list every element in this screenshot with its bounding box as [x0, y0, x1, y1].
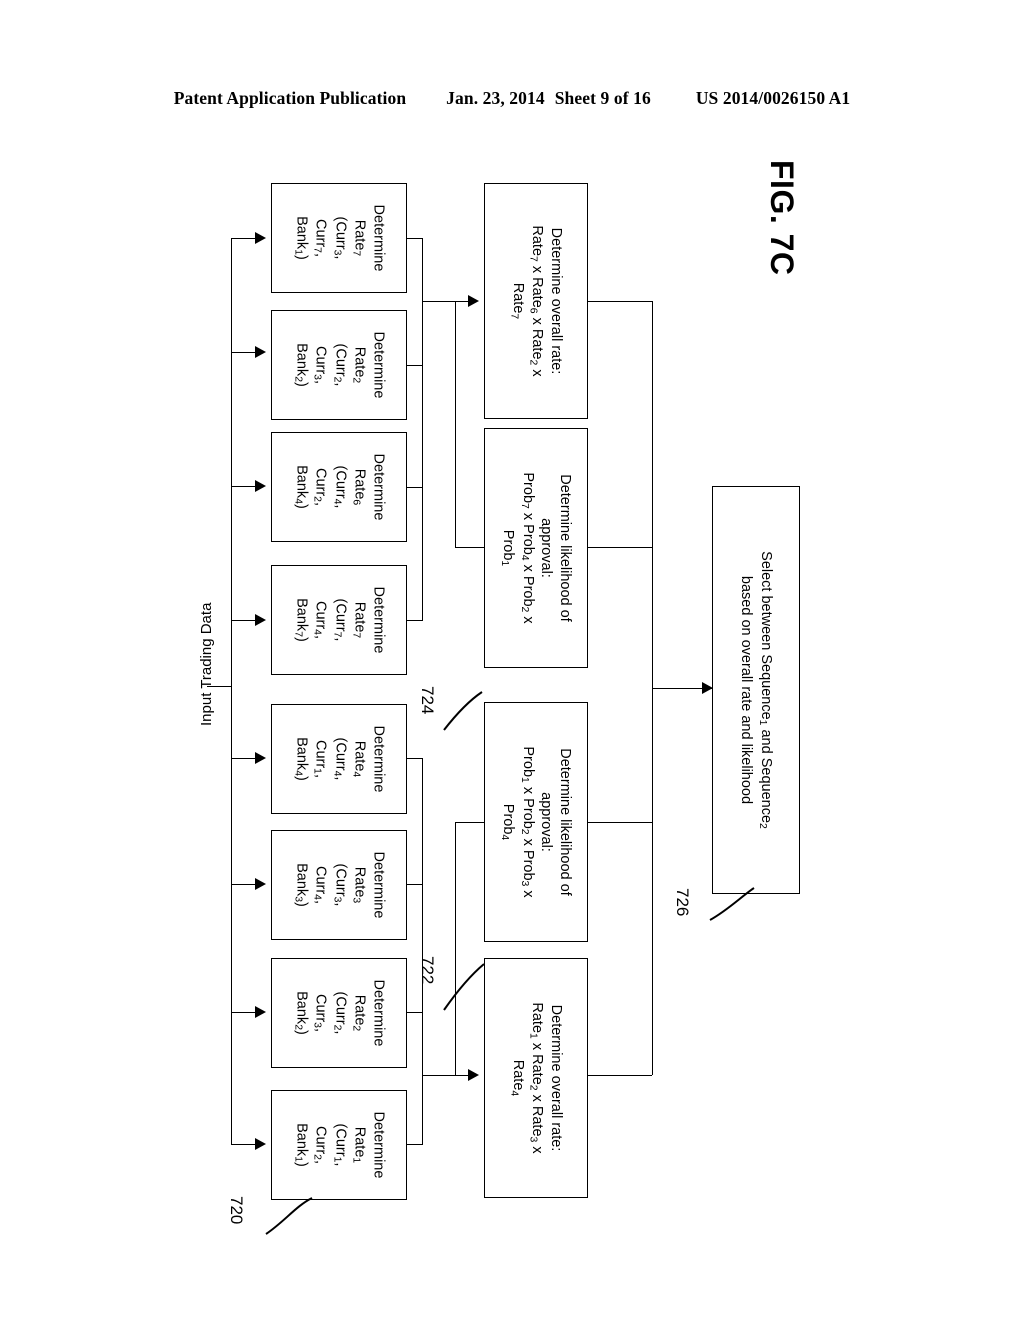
likelihood-upper-feed-h: [455, 547, 484, 548]
select-feed-1: [588, 301, 652, 302]
collector-out-upper: [422, 301, 470, 302]
header-date: Jan. 23, 2014: [446, 88, 545, 108]
collector-spine-upper: [422, 238, 423, 620]
branch-line-2: [231, 352, 257, 353]
branch-line-7: [231, 1012, 257, 1013]
branch-line-6: [231, 884, 257, 885]
likelihood-upper-text: Determine likelihood of approval: Prob7 x …: [499, 472, 574, 624]
overall-rate-lower-box[interactable]: Determine overall rate: Rate1 x Rate2 x R…: [484, 958, 588, 1198]
likelihood-upper-box[interactable]: Determine likelihood of approval: Prob7 x …: [484, 428, 588, 668]
rate-box-3-text: Determine Rate6 (Curr4, Curr2, Bank4): [291, 453, 387, 521]
input-trading-data-label: Input Trading Data: [198, 602, 215, 726]
ref-722-leader: [443, 963, 485, 1011]
collector-arrow-upper: [468, 295, 479, 307]
select-feed-2: [588, 547, 652, 548]
header-sheet: Sheet 9 of 16: [554, 88, 651, 108]
ref-720: 720: [227, 1196, 246, 1225]
select-sequence-box[interactable]: Select between Sequence1 and Sequence2 ba…: [712, 486, 800, 894]
likelihood-lower-text: Determine likelihood of approval: Prob1 x …: [499, 746, 574, 898]
branch-arrow-6: [255, 878, 266, 890]
branch-line-1: [231, 238, 257, 239]
select-sequence-text: Select between Sequence1 and Sequence2 ba…: [738, 551, 775, 829]
collector-out-lower: [422, 1075, 470, 1076]
collect-line-4: [407, 620, 423, 621]
ref-724: 724: [418, 686, 437, 715]
likelihood-lower-box[interactable]: Determine likelihood of approval: Prob1 x …: [484, 702, 588, 942]
rate-box-4-text: Determine Rate7 (Curr7, Curr4, Bank7): [291, 586, 387, 654]
rate-box-6-text: Determine Rate3 (Curr3, Curr4, Bank3): [291, 851, 387, 919]
branch-line-4: [231, 620, 257, 621]
overall-rate-upper-box[interactable]: Determine overall rate: Rate7 x Rate6 x R…: [484, 183, 588, 419]
branch-arrow-3: [255, 480, 266, 492]
header-patent-number: US 2014/0026150 A1: [695, 88, 851, 108]
branch-arrow-2: [255, 346, 266, 358]
likelihood-upper-feed-v: [455, 301, 456, 547]
rate-box-5[interactable]: Determine Rate4 (Curr4, Curr1, Bank4): [271, 704, 407, 814]
ref-720-leader: [265, 1197, 313, 1235]
branch-line-5: [231, 758, 257, 759]
branch-line-3: [231, 486, 257, 487]
rate-box-3[interactable]: Determine Rate6 (Curr4, Curr2, Bank4): [271, 432, 407, 542]
collect-line-3: [407, 487, 423, 488]
ref-724-leader: [443, 691, 483, 731]
select-feed-4: [588, 1075, 652, 1076]
collector-spine-lower: [422, 758, 423, 1144]
rate-box-4[interactable]: Determine Rate7 (Curr7, Curr4, Bank7): [271, 565, 407, 675]
input-trunk-line: [231, 238, 232, 1144]
rate-box-8-text: Determine Rate1 (Curr1, Curr2, Bank1): [291, 1111, 387, 1179]
page-header: Patent Application Publication Jan. 23, …: [0, 88, 1024, 109]
branch-arrow-8: [255, 1138, 266, 1150]
rate-box-8[interactable]: Determine Rate1 (Curr1, Curr2, Bank1): [271, 1090, 407, 1200]
branch-arrow-5: [255, 752, 266, 764]
ref-722: 722: [418, 956, 437, 985]
collect-line-5: [407, 758, 423, 759]
rate-box-2[interactable]: Determine Rate2 (Curr2, Curr3, Bank2): [271, 310, 407, 420]
overall-rate-lower-text: Determine overall rate: Rate1 x Rate2 x R…: [508, 1002, 564, 1154]
branch-arrow-4: [255, 614, 266, 626]
collect-line-8: [407, 1144, 423, 1145]
ref-726: 726: [673, 888, 692, 917]
collector-arrow-lower: [468, 1069, 479, 1081]
rate-box-1-text: Determine Rate7 (Curr3, Curr7, Bank1): [291, 204, 387, 272]
collect-line-7: [407, 1012, 423, 1013]
overall-rate-upper-text: Determine overall rate: Rate7 x Rate6 x R…: [508, 225, 564, 377]
rate-box-5-text: Determine Rate4 (Curr4, Curr1, Bank4): [291, 725, 387, 793]
rate-box-6[interactable]: Determine Rate3 (Curr3, Curr4, Bank3): [271, 830, 407, 940]
rate-box-2-text: Determine Rate2 (Curr2, Curr3, Bank2): [291, 331, 387, 399]
select-feed-3: [588, 822, 652, 823]
header-publication: Patent Application Publication: [173, 88, 407, 108]
likelihood-lower-feed-v: [455, 822, 456, 1075]
rate-box-1[interactable]: Determine Rate7 (Curr3, Curr7, Bank1): [271, 183, 407, 293]
ref-726-leader: [709, 887, 755, 921]
branch-line-8: [231, 1144, 257, 1145]
collect-line-1: [407, 238, 423, 239]
figure-label: FIG. 7C: [764, 160, 800, 276]
branch-arrow-7: [255, 1006, 266, 1018]
patent-figure-page: Patent Application Publication Jan. 23, …: [0, 0, 1024, 1320]
collect-line-2: [407, 365, 423, 366]
collect-line-6: [407, 884, 423, 885]
branch-arrow-1: [255, 232, 266, 244]
likelihood-lower-feed-h: [455, 822, 484, 823]
rate-box-7[interactable]: Determine Rate2 (Curr2, Curr3, Bank2): [271, 958, 407, 1068]
rate-box-7-text: Determine Rate2 (Curr2, Curr3, Bank2): [291, 979, 387, 1047]
